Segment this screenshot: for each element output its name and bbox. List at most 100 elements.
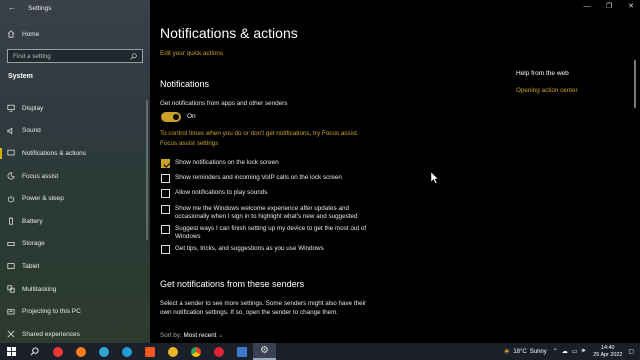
sidebar-item-multitasking[interactable]: Multitasking <box>0 278 150 301</box>
option-lock-screen[interactable]: Show notifications on the lock screen <box>161 159 375 168</box>
cloud-icon[interactable]: ☁ <box>562 348 568 355</box>
focus-assist-hint: To control times when you do or don't ge… <box>160 130 359 137</box>
option-sounds[interactable]: Allow notifications to play sounds <box>161 189 375 198</box>
option-label: Show notifications on the lock screen <box>175 159 279 166</box>
system-tray: ☀ 18°C Sunny ⌃ ☁ ▭ 🕪 14:40 25 Apr 2022 ▢ <box>503 343 640 360</box>
sidebar: ← Settings Home Find a setting System Di… <box>0 0 150 343</box>
sidebar-item-projecting[interactable]: Projecting to this PC <box>0 300 150 323</box>
search-icon <box>30 347 39 356</box>
weather-temp[interactable]: 18°C <box>513 349 526 355</box>
search-input[interactable]: Find a setting <box>7 49 143 63</box>
sidebar-item-power[interactable]: Power & sleep <box>0 187 150 210</box>
sidebar-item-label: Display <box>22 104 44 112</box>
shared-icon <box>0 330 22 338</box>
action-center-icon[interactable]: ▢ <box>628 348 634 355</box>
clock[interactable]: 14:40 25 Apr 2022 <box>593 345 622 359</box>
sidebar-item-label: Shared experiences <box>22 330 80 338</box>
taskbar-app-blue[interactable] <box>230 343 253 360</box>
volume-icon[interactable]: 🕪 <box>581 348 585 355</box>
search-button[interactable] <box>23 343 46 360</box>
edge-icon <box>98 346 109 357</box>
option-label: Show reminders and incoming VoIP calls o… <box>175 174 342 181</box>
display-icon <box>0 104 22 112</box>
sidebar-item-label: Storage <box>22 240 45 248</box>
sidebar-item-battery[interactable]: Battery <box>0 210 150 233</box>
taskbar-app-firefox[interactable] <box>69 343 92 360</box>
help-title: Help from the web <box>516 70 569 77</box>
app-blue-icon <box>236 346 247 357</box>
sidebar-item-display[interactable]: Display <box>0 97 150 120</box>
main-scrollbar[interactable] <box>634 60 636 108</box>
storage-icon <box>0 240 22 248</box>
taskbar: ⚙ ☀ 18°C Sunny ⌃ ☁ ▭ 🕪 14:40 25 Apr 2022… <box>0 343 640 360</box>
checkbox[interactable] <box>161 225 170 234</box>
taskbar-app-edge[interactable] <box>92 343 115 360</box>
senders-heading: Get notifications from these senders <box>160 279 305 289</box>
minimize-button[interactable]: — <box>579 2 595 12</box>
section-heading: System <box>8 73 33 80</box>
page-title: Notifications & actions <box>160 25 298 41</box>
checkbox[interactable] <box>161 205 170 214</box>
option-label: Get tips, tricks, and suggestions as you… <box>175 245 324 252</box>
checkbox[interactable] <box>161 174 170 183</box>
option-label: Allow notifications to play sounds <box>175 189 268 196</box>
tablet-icon <box>0 262 22 270</box>
taskbar-app-edge-dev[interactable] <box>115 343 138 360</box>
taskbar-app-chrome-canary[interactable] <box>161 343 184 360</box>
notifications-toggle[interactable] <box>161 112 181 122</box>
get-notifications-label: Get notifications from apps and other se… <box>160 100 288 107</box>
close-button[interactable]: ✕ <box>623 2 639 12</box>
back-arrow-icon[interactable]: ← <box>8 3 18 13</box>
network-icon[interactable]: ▭ <box>572 348 578 355</box>
focus-assist-settings-link[interactable]: Focus assist settings <box>160 140 218 147</box>
option-reminders-voip[interactable]: Show reminders and incoming VoIP calls o… <box>161 174 375 183</box>
sidebar-item-label: Projecting to this PC <box>22 308 81 316</box>
chevron-up-icon[interactable]: ⌃ <box>553 348 558 355</box>
sidebar-item-label: Sound <box>22 127 41 135</box>
sidebar-item-label: Focus assist <box>22 172 59 180</box>
edit-quick-actions-link[interactable]: Edit your quick actions <box>160 50 223 57</box>
projecting-icon <box>0 308 22 316</box>
sidebar-item-focus-assist[interactable]: Focus assist <box>0 165 150 188</box>
sidebar-item-sound[interactable]: Sound <box>0 120 150 143</box>
brave-icon <box>144 346 155 357</box>
firefox-icon <box>75 346 86 357</box>
taskbar-app-vivaldi[interactable] <box>46 343 69 360</box>
sidebar-scrollbar[interactable] <box>146 100 148 240</box>
home-icon <box>0 30 22 38</box>
mouse-cursor-icon <box>431 172 439 184</box>
sidebar-item-label: Battery <box>22 217 43 225</box>
sidebar-nav: Display Sound Notifications & actions Fo… <box>0 97 150 346</box>
checkbox[interactable] <box>161 159 170 168</box>
sort-label: Sort by: <box>160 332 182 339</box>
senders-description: Select a sender to see more settings. So… <box>160 300 367 316</box>
toggle-state-label: On <box>187 113 196 120</box>
search-placeholder: Find a setting <box>13 52 51 60</box>
help-link-action-center[interactable]: Opening action center <box>516 87 578 94</box>
option-welcome-experience[interactable]: Show me the Windows welcome experience a… <box>161 205 375 221</box>
sidebar-item-notifications[interactable]: Notifications & actions <box>0 142 150 165</box>
opera-icon <box>213 346 224 357</box>
weather-sun-icon: ☀ <box>503 347 511 356</box>
option-suggest-setup[interactable]: Suggest ways I can finish setting up my … <box>161 225 375 241</box>
windows-logo-icon <box>7 347 16 356</box>
sidebar-item-storage[interactable]: Storage <box>0 233 150 256</box>
notifications-icon <box>0 149 22 157</box>
weather-text[interactable]: Sunny <box>530 349 547 355</box>
option-tips[interactable]: Get tips, tricks, and suggestions as you… <box>161 245 395 254</box>
start-button[interactable] <box>0 343 23 360</box>
option-label: Show me the Windows welcome experience a… <box>175 205 358 221</box>
edge-dev-icon <box>121 346 132 357</box>
sort-dropdown[interactable]: Sort by: Most recent ⌄ <box>160 332 223 339</box>
checkbox[interactable] <box>161 189 170 198</box>
settings-gear-icon: ⚙ <box>260 345 269 356</box>
sidebar-item-home[interactable]: Home <box>0 27 150 41</box>
maximize-button[interactable]: ❐ <box>601 2 617 12</box>
taskbar-app-opera[interactable] <box>207 343 230 360</box>
taskbar-app-brave[interactable] <box>138 343 161 360</box>
chevron-down-icon: ⌄ <box>218 332 224 339</box>
checkbox[interactable] <box>161 245 170 254</box>
sidebar-item-tablet[interactable]: Tablet <box>0 255 150 278</box>
taskbar-app-chrome[interactable] <box>184 343 207 360</box>
taskbar-app-settings[interactable]: ⚙ <box>253 343 276 360</box>
